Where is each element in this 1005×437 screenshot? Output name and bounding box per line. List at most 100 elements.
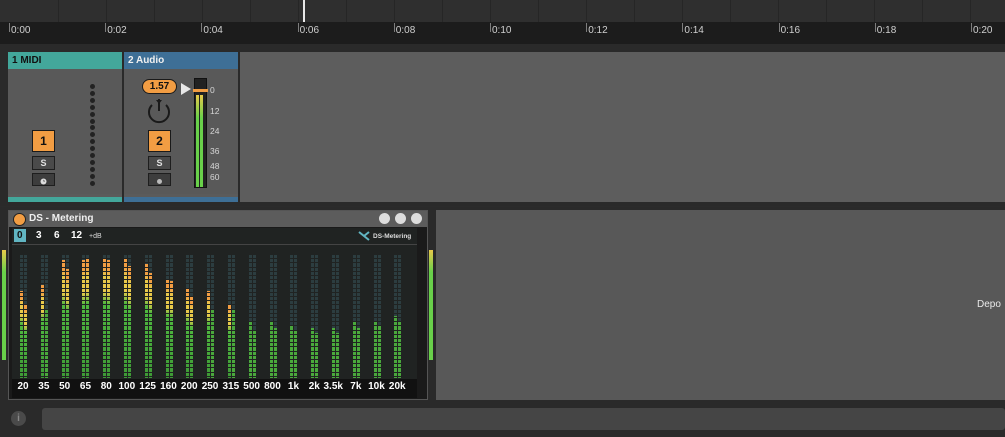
bar-gap: [40, 296, 44, 297]
collapse-icon[interactable]: [379, 213, 390, 224]
timeline-ruler[interactable]: 0:00 0:02 0:04 0:06 0:08 0:10 0:12 0:14 0:16 0:18…: [0, 0, 1005, 45]
bar-gap: [44, 308, 48, 310]
bar-gap: [373, 312, 377, 314]
bar-gap: [228, 287, 231, 289]
solo-button[interactable]: S: [148, 156, 171, 170]
pan-knob-icon[interactable]: [146, 97, 172, 125]
bar-gap: [332, 312, 335, 314]
bar-gap: [61, 346, 65, 348]
db-option-6[interactable]: 6: [54, 230, 60, 241]
bar-gap: [294, 371, 298, 373]
bar-gap: [165, 279, 169, 281]
db-option-0[interactable]: 0: [17, 230, 23, 241]
spectrum-fill: [124, 258, 127, 378]
bar-gap: [248, 342, 252, 344]
track-midi[interactable]: 1 MIDI 1 S: [8, 52, 122, 202]
bar-gap: [86, 375, 90, 377]
bar-gap: [82, 321, 86, 323]
bar-gap: [356, 317, 360, 318]
bar-gap: [44, 325, 48, 327]
arm-button[interactable]: [32, 173, 55, 186]
save-preset-icon[interactable]: [411, 213, 422, 224]
bar-gap: [228, 346, 231, 348]
bar-gap: [128, 283, 131, 285]
arm-button[interactable]: [148, 173, 171, 186]
info-icon[interactable]: i: [11, 411, 26, 426]
bar-gap: [190, 258, 194, 260]
bar-gap: [394, 325, 398, 327]
fader-handle[interactable]: [193, 89, 208, 92]
track-volume-value[interactable]: 1.57: [142, 79, 177, 94]
bar-gap: [252, 354, 256, 356]
bar-gap: [190, 254, 194, 255]
bar-gap: [86, 371, 90, 373]
bar-gap: [103, 329, 107, 331]
bar-gap: [124, 308, 127, 310]
bar-gap: [82, 262, 86, 264]
bar-gap: [124, 342, 127, 344]
spectrum-bar: [20, 254, 23, 378]
bar-gap: [107, 291, 111, 293]
bar-gap: [398, 338, 402, 339]
spectrum-fill: [103, 258, 107, 378]
bar-gap: [124, 359, 127, 360]
bar-gap: [165, 329, 169, 331]
track-title[interactable]: 1 MIDI: [8, 52, 122, 69]
power-icon[interactable]: [13, 213, 26, 226]
bar-gap: [315, 317, 319, 318]
volume-triangle-icon[interactable]: [180, 83, 192, 95]
track-audio[interactable]: 2 Audio 1.57 2 S 0 12 24 36 48 60: [124, 52, 238, 202]
ruler-cell: [346, 0, 395, 22]
db-option-3[interactable]: 3: [36, 230, 42, 241]
track-title[interactable]: 2 Audio: [124, 52, 238, 69]
db-option-12[interactable]: 12: [71, 230, 82, 241]
solo-button[interactable]: S: [32, 156, 55, 170]
bar-gap: [252, 283, 256, 285]
bar-gap: [144, 300, 148, 302]
bar-gap: [228, 321, 231, 323]
bar-gap: [61, 296, 65, 297]
bar-gap: [103, 342, 107, 344]
bar-gap: [190, 304, 194, 306]
bar-gap: [269, 333, 273, 335]
bar-gap: [377, 317, 381, 318]
bar-gap: [107, 258, 111, 260]
bar-gap: [107, 375, 111, 377]
bar-gap: [398, 254, 402, 255]
bar-gap: [207, 321, 211, 323]
hot-swap-icon[interactable]: [395, 213, 406, 224]
bar-gap: [294, 258, 298, 260]
bar-gap: [207, 367, 211, 369]
bar-gap: [332, 300, 335, 302]
bar-gap: [211, 275, 215, 276]
bar-gap: [20, 312, 23, 314]
track-activator-button[interactable]: 1: [32, 130, 55, 152]
device-title-bar[interactable]: DS - Metering: [9, 211, 427, 227]
bar-gap: [248, 312, 252, 314]
bar-gap: [294, 308, 298, 310]
volume-fader[interactable]: [193, 78, 208, 188]
bar-gap: [165, 354, 169, 356]
device-ds-metering[interactable]: DS - Metering 0 3 6 12 +dB DS-Metering 2…: [8, 210, 428, 400]
bar-gap: [148, 275, 152, 276]
playhead-marker[interactable]: [303, 0, 305, 22]
bar-gap: [128, 300, 131, 302]
bar-gap: [40, 333, 44, 335]
empty-clip-area[interactable]: [240, 52, 1005, 202]
bar-gap: [211, 283, 215, 285]
time-tick: [393, 23, 395, 32]
track-activator-button[interactable]: 2: [148, 130, 171, 152]
bar-gap: [44, 262, 48, 264]
bar-gap: [290, 296, 294, 297]
bar-gap: [169, 333, 173, 335]
bar-gap: [232, 287, 235, 289]
bar-gap: [252, 266, 256, 268]
spectrum-bar: [148, 254, 152, 378]
device-drop-area[interactable]: Depo: [436, 210, 1005, 400]
bar-gap: [169, 325, 173, 327]
bar-gap: [332, 317, 335, 318]
bar-gap: [124, 338, 127, 339]
scrub-area[interactable]: [0, 0, 1005, 22]
bar-gap: [373, 279, 377, 281]
bar-gap: [20, 279, 23, 281]
